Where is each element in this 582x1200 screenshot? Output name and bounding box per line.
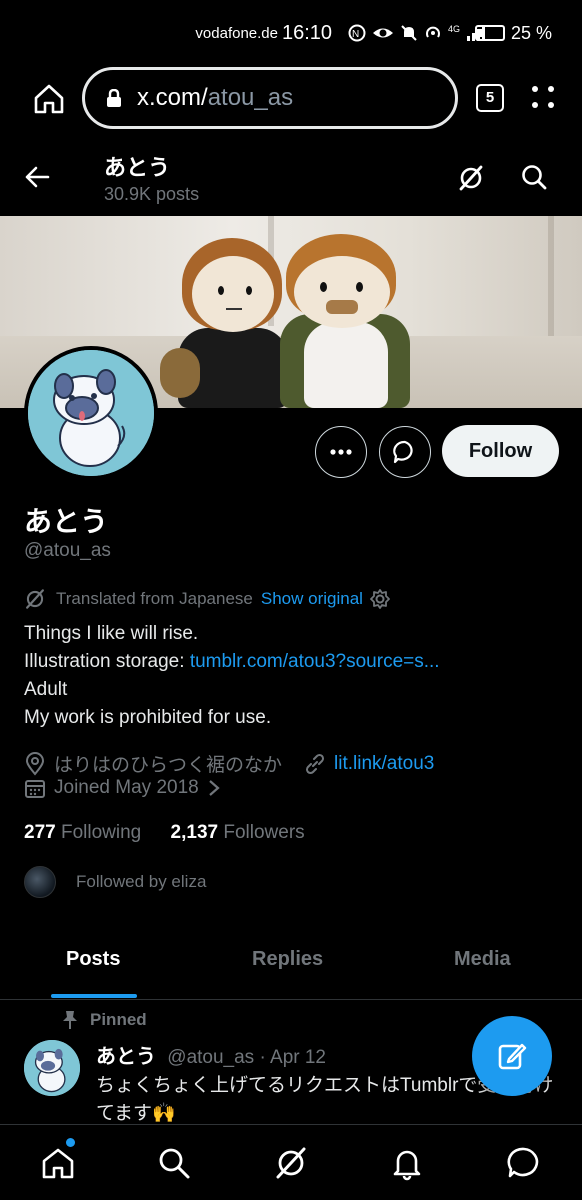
compose-icon	[498, 1043, 527, 1070]
home-icon	[42, 1148, 74, 1179]
bio-line: Things I like will rise.	[24, 623, 199, 644]
hotspot-icon	[424, 24, 442, 42]
clock: 16:10	[282, 22, 333, 44]
posts-count: 30.9K posts	[104, 184, 200, 204]
pinned-label-row: Pinned	[62, 1010, 147, 1030]
url-bar[interactable]: x.com/atou_as	[82, 67, 458, 129]
status-icons: N 4G	[348, 24, 488, 42]
followed-by-row[interactable]: Followed by eliza	[24, 866, 206, 898]
compose-button[interactable]	[472, 1016, 552, 1096]
joined-text: Joined May 2018	[54, 777, 199, 798]
follow-button[interactable]: Follow	[442, 425, 559, 477]
network-type-label: 4G	[448, 24, 461, 34]
translated-label: Translated from Japanese	[56, 589, 253, 608]
tab-media[interactable]: Media	[454, 948, 511, 971]
bio-text: Illustration storage:	[24, 651, 190, 672]
profile-tabs: Posts Replies Media	[0, 928, 582, 1000]
link-icon	[305, 753, 325, 774]
message-icon	[393, 440, 413, 464]
post-handle-date: @atou_as · Apr 12	[167, 1047, 326, 1068]
followers-link[interactable]: 2,137 Followers	[171, 822, 305, 843]
url-text: x.com/atou_as	[137, 84, 293, 112]
back-icon[interactable]	[24, 164, 50, 190]
svg-text:N: N	[352, 29, 359, 40]
tab-posts[interactable]: Posts	[66, 948, 120, 971]
chevron-right-icon	[208, 780, 220, 796]
nav-home[interactable]	[40, 1145, 76, 1181]
topbar-title: あとう	[104, 155, 171, 180]
bottom-navigation	[0, 1124, 582, 1200]
notifications-icon	[393, 1150, 421, 1181]
show-original-link[interactable]: Show original	[261, 589, 363, 609]
post-header: あとう @atou_as · Apr 12	[96, 1040, 326, 1069]
followers-count: 2,137	[170, 822, 219, 843]
active-tab-indicator	[51, 994, 137, 998]
menu-icon[interactable]	[530, 84, 556, 110]
joined-row[interactable]: Joined May 2018	[24, 777, 229, 799]
home-icon[interactable]	[32, 82, 66, 116]
location-row: はりはのひらつく裾のなか lit.link/atou3	[24, 750, 434, 777]
following-count: 277	[24, 822, 56, 843]
unread-dot	[66, 1138, 75, 1147]
translation-notice: Translated from Japanese Show original	[24, 588, 401, 610]
follow-counts: 277 Following 2,137 Followers	[24, 822, 305, 844]
following-link[interactable]: 277 Following	[24, 822, 141, 843]
nfc-icon: N	[348, 24, 366, 42]
location-text: はりはのひらつく裾のなか	[54, 755, 283, 776]
nav-messages[interactable]	[506, 1145, 542, 1181]
grok-icon[interactable]	[457, 164, 485, 192]
bio-link[interactable]: tumblr.com/atou3?source=s...	[190, 651, 440, 672]
settings-icon[interactable]	[369, 588, 391, 610]
search-icon[interactable]	[520, 163, 548, 191]
location-icon	[25, 751, 45, 776]
followers-label: Followers	[223, 822, 305, 843]
grok-icon	[276, 1147, 306, 1179]
url-domain: x.com/	[137, 84, 208, 111]
nav-notifications[interactable]	[389, 1145, 425, 1181]
carrier-label: vodafone.de	[195, 25, 278, 42]
banner-fold	[548, 216, 554, 336]
more-button[interactable]	[315, 426, 367, 478]
following-label: Following	[60, 822, 142, 843]
messages-icon	[507, 1147, 539, 1178]
pug-avatar-image	[24, 1040, 80, 1096]
profile-bio: Things I like will rise. Illustration st…	[24, 620, 440, 732]
bio-line: Illustration storage: tumblr.com/atou3?s…	[24, 648, 440, 676]
browser-toolbar: x.com/atou_as 5	[0, 62, 582, 138]
plush-right-image	[270, 234, 430, 408]
nav-search[interactable]	[156, 1145, 192, 1181]
followed-by-text: Followed by eliza	[76, 872, 207, 891]
pinned-label: Pinned	[90, 1010, 147, 1029]
profile-avatar[interactable]	[24, 346, 158, 480]
nav-grok[interactable]	[273, 1145, 309, 1181]
profile-topbar: あとう 30.9K posts	[0, 138, 582, 216]
status-bar: vodafone.de 16:10 N 4G 25 %	[0, 0, 582, 62]
search-icon	[159, 1148, 190, 1179]
user-handle: @atou_as	[24, 540, 111, 561]
pug-avatar-image	[28, 350, 154, 476]
bio-line: Adult	[24, 679, 68, 700]
display-name: あとう	[24, 506, 109, 537]
url-path: atou_as	[207, 84, 294, 111]
eye-icon	[372, 24, 394, 42]
translate-icon	[26, 589, 44, 609]
pin-icon	[63, 1011, 77, 1029]
tab-replies[interactable]: Replies	[252, 948, 323, 971]
post-author[interactable]: あとう	[96, 1046, 156, 1068]
mute-icon	[400, 24, 418, 42]
battery-percent: 25 %	[511, 23, 553, 43]
follower-avatar	[24, 866, 56, 898]
message-button[interactable]	[379, 426, 431, 478]
lock-icon	[107, 89, 121, 107]
more-icon	[330, 449, 352, 455]
battery-icon	[475, 25, 505, 41]
bio-line: My work is prohibited for use.	[24, 707, 272, 728]
calendar-icon	[25, 780, 45, 798]
post-avatar[interactable]	[24, 1040, 80, 1096]
tabs-icon[interactable]: 5	[476, 84, 504, 112]
website-link[interactable]: lit.link/atou3	[334, 753, 434, 775]
